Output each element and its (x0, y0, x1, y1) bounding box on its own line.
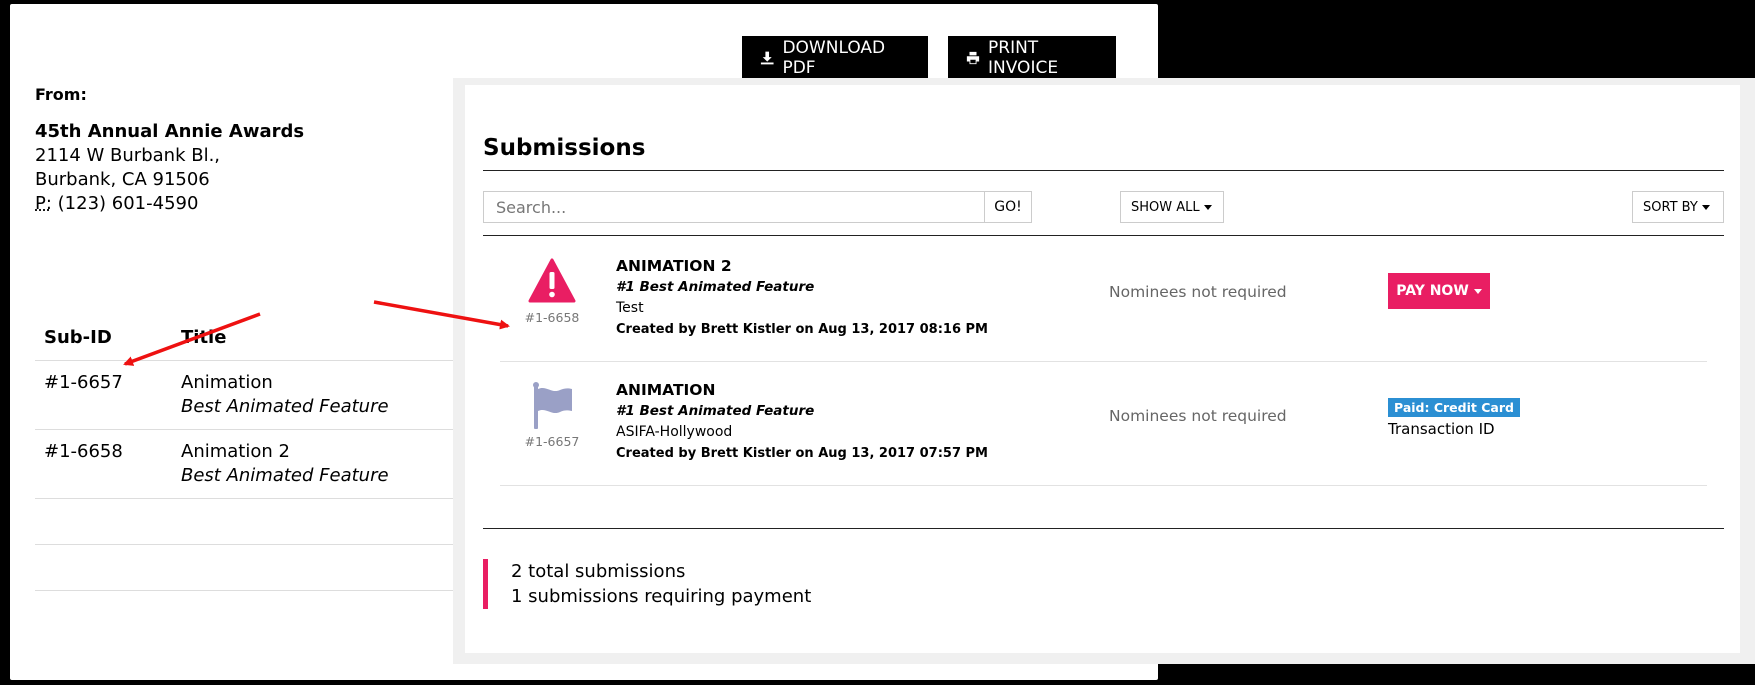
download-pdf-button[interactable]: DOWNLOAD PDF (742, 36, 928, 80)
submission-category: #1 Best Animated Feature (616, 279, 815, 295)
submission-category: #1 Best Animated Feature (616, 403, 815, 419)
row-sub-id: #1-6658 (44, 441, 123, 462)
phone-line: P: (123) 601-4590 (35, 192, 304, 216)
search-input[interactable] (484, 193, 984, 221)
show-all-label: SHOW ALL (1131, 199, 1200, 215)
submissions-title: Submissions (483, 135, 646, 161)
submissions-panel: Submissions GO! SHOW ALL SORT BY #1-6658… (453, 78, 1755, 664)
table-row: #1-6658 Animation 2 Best Animated Featur… (35, 430, 465, 499)
warning-icon (528, 258, 576, 303)
header-sub-id: Sub-ID (44, 326, 112, 348)
submission-created: Created by Brett Kistler on Aug 13, 2017… (616, 322, 988, 337)
address-line-2: Burbank, CA 91506 (35, 169, 210, 190)
title-divider (483, 170, 1724, 171)
sort-by-label: SORT BY (1643, 199, 1698, 215)
from-address: 45th Annual Annie Awards 2114 W Burbank … (35, 120, 304, 216)
submission-details: ANIMATION 2 #1 Best Animated Feature Tes… (616, 256, 988, 340)
invoice-table: Sub-ID Title #1-6657 Animation Best Anim… (35, 314, 465, 591)
from-label: From: (35, 85, 87, 104)
paid-status-badge: Paid: Credit Card (1388, 398, 1520, 417)
row-title: Animation Best Animated Feature (181, 371, 465, 429)
table-row: #1-6657 Animation Best Animated Feature (35, 361, 465, 430)
pay-now-label: PAY NOW (1396, 283, 1469, 299)
table-empty-row (35, 499, 465, 545)
chevron-down-icon (1473, 288, 1482, 294)
print-icon (966, 51, 980, 65)
submission-id: #1-6658 (524, 310, 580, 325)
phone-prefix: P: (35, 193, 52, 214)
phone-number: (123) 601-4590 (57, 193, 199, 214)
row-title-text: Animation 2 (181, 441, 290, 462)
row-sub-id: #1-6657 (44, 372, 123, 393)
chevron-down-icon (1701, 204, 1710, 210)
address-line-1: 2114 W Burbank Bl., (35, 145, 221, 166)
submission-id: #1-6657 (524, 434, 580, 449)
row-title: Animation 2 Best Animated Feature (181, 440, 465, 498)
submission-created: Created by Brett Kistler on Aug 13, 2017… (616, 446, 988, 461)
go-button[interactable]: GO! (984, 190, 1032, 223)
row-category: Best Animated Feature (181, 465, 389, 486)
submission-description: Test (616, 300, 644, 316)
submissions-summary: 2 total submissions 1 submissions requir… (483, 559, 811, 609)
chevron-down-icon (1203, 204, 1212, 210)
row-title-text: Animation (181, 372, 273, 393)
submission-row: #1-6658 ANIMATION 2 #1 Best Animated Fea… (500, 237, 1707, 362)
submission-details: ANIMATION #1 Best Animated Feature ASIFA… (616, 380, 988, 464)
submissions-card: Submissions GO! SHOW ALL SORT BY #1-6658… (465, 85, 1740, 653)
submission-description: ASIFA-Hollywood (616, 424, 733, 440)
submission-row: #1-6657 ANIMATION #1 Best Animated Featu… (500, 361, 1707, 486)
search-bar: GO! (483, 190, 1032, 223)
header-title: Title (181, 326, 227, 348)
download-pdf-label: DOWNLOAD PDF (782, 38, 886, 78)
print-invoice-button[interactable]: PRINT INVOICE (948, 36, 1116, 80)
requiring-payment: 1 submissions requiring payment (511, 586, 812, 607)
total-submissions: 2 total submissions (511, 561, 686, 582)
toolbar-divider (483, 235, 1724, 236)
table-empty-row (35, 545, 465, 591)
transaction-id: Transaction ID (1388, 420, 1495, 438)
pay-now-button[interactable]: PAY NOW (1388, 273, 1490, 309)
download-icon (760, 51, 774, 65)
row-category: Best Animated Feature (181, 396, 389, 417)
submission-name[interactable]: ANIMATION (616, 380, 988, 401)
nominees-status: Nominees not required (1109, 283, 1287, 301)
table-header: Sub-ID Title (35, 314, 465, 361)
flag-icon (533, 382, 572, 429)
submission-name[interactable]: ANIMATION 2 (616, 256, 988, 277)
show-all-dropdown[interactable]: SHOW ALL (1120, 191, 1224, 223)
nominees-status: Nominees not required (1109, 407, 1287, 425)
print-invoice-label: PRINT INVOICE (988, 38, 1059, 78)
sort-by-dropdown[interactable]: SORT BY (1632, 191, 1724, 223)
list-divider (483, 528, 1724, 529)
org-name: 45th Annual Annie Awards (35, 121, 305, 142)
